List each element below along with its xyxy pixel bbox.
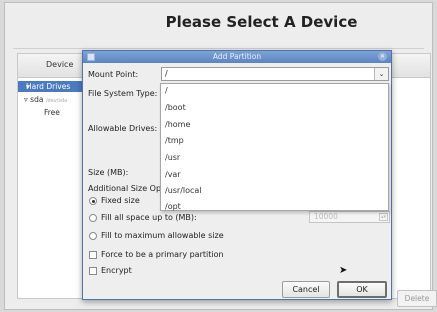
close-icon[interactable]: ✕ — [378, 52, 387, 61]
device-column-label: Device — [46, 60, 74, 69]
mount-point-value[interactable]: / — [165, 69, 168, 78]
additional-size-options-label: Additional Size Op — [88, 184, 162, 193]
mouse-cursor-icon: ➤ — [339, 265, 348, 276]
tree-item-sda[interactable]: ▿ sda /dev/sda — [24, 95, 67, 104]
tree-item-label: sda — [30, 95, 44, 104]
mount-point-option[interactable]: / — [165, 86, 168, 95]
fixed-size-label: Fixed size — [101, 196, 140, 205]
expander-icon[interactable]: ▿ — [24, 95, 28, 104]
fill-up-to-radio[interactable] — [89, 214, 97, 222]
delete-button[interactable]: Delete — [397, 290, 437, 307]
tree-item-free[interactable]: Free — [44, 108, 60, 117]
spin-arrows-icon[interactable]: ▴▾ — [379, 213, 388, 221]
fixed-size-radio[interactable] — [89, 197, 97, 205]
mount-point-option[interactable]: /tmp — [165, 136, 184, 145]
mount-point-dropdown: / /boot /home /tmp /usr /var /usr/local … — [160, 83, 389, 211]
chevron-down-icon[interactable]: ⌄ — [374, 68, 388, 80]
mount-point-option[interactable]: /usr — [165, 153, 180, 162]
title-divider — [13, 48, 424, 49]
fill-max-label: Fill to maximum allowable size — [101, 231, 224, 240]
fill-up-to-label: Fill all space up to (MB): — [101, 213, 197, 222]
mount-point-option[interactable]: /var — [165, 170, 181, 179]
allowable-drives-label: Allowable Drives: — [88, 124, 158, 133]
file-system-type-label: File System Type: — [88, 89, 158, 98]
size-label: Size (MB): — [88, 168, 129, 177]
tree-item-label: Hard Drives — [26, 82, 71, 91]
dialog-title: Add Partition — [212, 52, 262, 61]
mount-point-combo[interactable]: / ⌄ — [161, 67, 389, 81]
fill-up-to-value[interactable]: 10000 — [314, 212, 338, 221]
encrypt-checkbox[interactable] — [89, 267, 97, 275]
cancel-button[interactable]: Cancel — [282, 281, 330, 298]
ok-button[interactable]: OK — [337, 281, 387, 298]
add-partition-dialog: Add Partition ✕ Mount Point: / ⌄ File Sy… — [82, 50, 392, 300]
primary-partition-checkbox[interactable] — [89, 251, 97, 259]
fill-max-radio[interactable] — [89, 232, 97, 240]
mount-point-option[interactable]: /usr/local — [165, 186, 202, 195]
mount-point-option[interactable]: /boot — [165, 103, 186, 112]
fill-up-to-spinbox[interactable]: 10000 ▴▾ — [309, 211, 390, 223]
mount-point-option[interactable]: /opt — [165, 202, 181, 211]
tree-item-hard-drives[interactable]: ▾ Hard Drives — [18, 81, 88, 92]
encrypt-label: Encrypt — [101, 266, 132, 275]
page-title: Please Select A Device — [165, 13, 358, 31]
mount-point-option[interactable]: /home — [165, 120, 190, 129]
dialog-titlebar[interactable]: Add Partition ✕ — [83, 51, 391, 63]
primary-partition-label: Force to be a primary partition — [101, 250, 224, 259]
tree-item-sublabel: /dev/sda — [45, 98, 68, 104]
mount-point-label: Mount Point: — [88, 70, 139, 79]
